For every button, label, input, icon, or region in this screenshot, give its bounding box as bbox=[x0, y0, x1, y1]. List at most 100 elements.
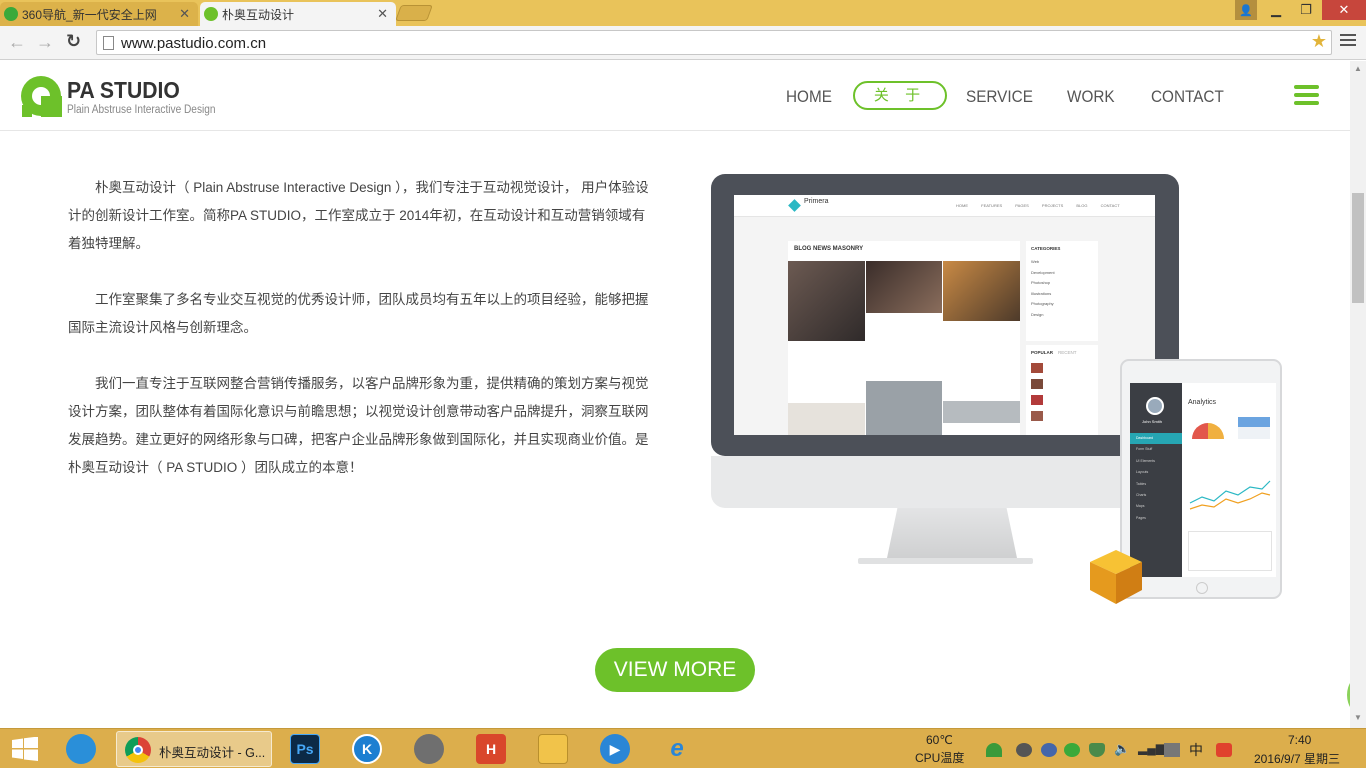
tab-title: 360导航_新一代安全上网 bbox=[22, 7, 157, 22]
browser-tab-strip: 360导航_新一代安全上网 ✕ 朴奥互动设计 ✕ 👤 ▁ ❐ ✕ bbox=[0, 0, 1366, 26]
view-more-button[interactable]: VIEW MORE bbox=[595, 648, 755, 692]
scroll-down-arrow-icon[interactable]: ▼ bbox=[1354, 713, 1362, 722]
taskbar-chrome-window[interactable]: 朴奥互动设计 - G... bbox=[116, 731, 272, 767]
photoshop-icon[interactable]: Ps bbox=[290, 734, 320, 764]
bookmark-star-icon[interactable]: ★ bbox=[1311, 31, 1327, 52]
mission-paragraph: 我们一直专注于互联网整合营销传播服务，以客户品牌形象为重，提供精确的策划方案与视… bbox=[68, 376, 649, 475]
menu-icon[interactable] bbox=[1340, 34, 1356, 46]
k-app-icon[interactable]: K bbox=[352, 734, 382, 764]
video-player-icon[interactable]: ▶ bbox=[600, 734, 630, 764]
new-tab-button[interactable] bbox=[395, 5, 433, 21]
tablet-menu-item: Pages bbox=[1136, 515, 1146, 520]
signal-icon[interactable]: ▂▄▆ bbox=[1138, 741, 1165, 755]
ime-indicator[interactable]: 中 bbox=[1189, 740, 1203, 760]
close-tab-icon[interactable]: ✕ bbox=[179, 6, 190, 22]
imac-stand bbox=[887, 508, 1017, 558]
nav-about[interactable]: 关 于 bbox=[853, 81, 947, 110]
browser-toolbar: ← → ↻ www.pastudio.com.cn ★ bbox=[0, 26, 1366, 60]
minimize-button[interactable]: ▁ bbox=[1262, 0, 1290, 20]
page-viewport: PA STUDIO Plain Abstruse Interactive Des… bbox=[0, 61, 1350, 728]
clock-time[interactable]: 7:40 bbox=[1288, 733, 1311, 747]
back-arrow-icon[interactable]: ← bbox=[8, 32, 26, 53]
mock-brand: Primera bbox=[804, 198, 829, 205]
maximize-button[interactable]: ❐ bbox=[1292, 0, 1320, 20]
intro-paragraph: 朴奥互动设计（ Plain Abstruse Interactive Desig… bbox=[68, 180, 649, 251]
mock-nav: HOME FEATURES PAGES PROJECTS BLOG CONTAC… bbox=[956, 203, 1120, 208]
tablet-menu-item: Form Stuff bbox=[1136, 447, 1153, 452]
scroll-up-arrow-icon[interactable]: ▲ bbox=[1354, 64, 1362, 73]
logo-title[interactable]: PA STUDIO bbox=[67, 77, 180, 104]
page-scrollbar[interactable]: ▲ ▼ bbox=[1350, 61, 1366, 728]
scroll-thumb[interactable] bbox=[1352, 193, 1364, 303]
tablet-menu-item: Maps bbox=[1136, 504, 1145, 509]
nav-work[interactable]: WORK bbox=[1067, 87, 1115, 107]
mock-section-title: BLOG NEWS MASONRY bbox=[794, 246, 864, 252]
mock-site-header: Primera HOME FEATURES PAGES PROJECTS BLO… bbox=[734, 195, 1155, 217]
address-bar[interactable]: www.pastudio.com.cn ★ bbox=[96, 30, 1332, 55]
nav-home[interactable]: HOME bbox=[786, 87, 832, 107]
mock-logo-icon bbox=[788, 199, 801, 212]
file-explorer-icon[interactable] bbox=[538, 734, 568, 764]
hamburger-menu-icon[interactable] bbox=[1294, 85, 1319, 105]
tablet-menu-item: UI Elements bbox=[1136, 458, 1156, 463]
tablet-menu-item: Dashboard bbox=[1130, 433, 1182, 445]
mock-category-item: Photoshop bbox=[1031, 280, 1051, 285]
taskbar-chrome-label: 朴奥互动设计 - G... bbox=[159, 746, 266, 760]
tablet-title: Analytics bbox=[1188, 399, 1217, 406]
windows-taskbar: 朴奥互动设计 - G... Ps K H ▶ e 60℃ CPU温度 🔈 ▂▄▆… bbox=[0, 728, 1366, 768]
browser-tab-pastudio[interactable]: 朴奥互动设计 ✕ bbox=[200, 2, 396, 26]
mock-blog-panel: BLOG NEWS MASONRY bbox=[788, 241, 1020, 435]
tablet-user: John Smith bbox=[1142, 419, 1163, 424]
imac-chin bbox=[711, 456, 1179, 508]
shield-tray-icon[interactable] bbox=[1089, 743, 1105, 757]
mock-image-3 bbox=[943, 261, 1020, 321]
nav-service[interactable]: SERVICE bbox=[966, 87, 1033, 107]
flag-tray-icon[interactable] bbox=[1164, 743, 1180, 757]
tab-title: 朴奥互动设计 bbox=[222, 7, 295, 22]
nav-contact[interactable]: CONTACT bbox=[1151, 87, 1224, 107]
mock-categories-title: CATEGORIES bbox=[1031, 246, 1061, 251]
close-tab-icon[interactable]: ✕ bbox=[377, 6, 388, 22]
cpu-temp-value: 60℃ bbox=[926, 733, 953, 747]
pastudio-favicon-icon bbox=[204, 7, 218, 21]
media-tray-icon[interactable] bbox=[1016, 743, 1032, 757]
tablet-menu-item: Tables bbox=[1136, 481, 1147, 486]
browser-tab-360nav[interactable]: 360导航_新一代安全上网 ✕ bbox=[0, 2, 198, 26]
media-reel-icon[interactable] bbox=[414, 734, 444, 764]
tablet-menu-item: Charts bbox=[1136, 493, 1147, 498]
mock-image-4 bbox=[788, 403, 865, 435]
360-favicon-icon bbox=[4, 7, 18, 21]
forward-arrow-icon[interactable]: → bbox=[36, 32, 54, 53]
users-tray-icon[interactable] bbox=[1041, 743, 1057, 757]
tablet-line-chart-icon bbox=[1189, 480, 1271, 510]
mock-recent-tab: RECENT bbox=[1058, 350, 1077, 355]
clock-date[interactable]: 2016/9/7 星期三 bbox=[1254, 750, 1340, 767]
imac-screen: Primera HOME FEATURES PAGES PROJECTS BLO… bbox=[734, 195, 1155, 435]
mock-category-item: Development bbox=[1031, 269, 1055, 275]
close-window-button[interactable]: ✕ bbox=[1322, 0, 1366, 20]
tablet-bar-widget bbox=[1238, 417, 1270, 439]
mock-category-item: Web bbox=[1031, 259, 1040, 264]
tablet-screen: John Smith Dashboard Form Stuff UI Eleme… bbox=[1130, 383, 1276, 577]
mock-popular-widget: POPULAR RECENT bbox=[1026, 345, 1098, 435]
team-paragraph: 工作室聚集了多名专业交互视觉的优秀设计师，团队成员均有五年以上的项目经验，能够把… bbox=[68, 292, 649, 335]
start-button-icon[interactable] bbox=[10, 734, 40, 764]
tablet-home-button bbox=[1196, 582, 1208, 594]
hbuilder-icon[interactable]: H bbox=[476, 734, 506, 764]
imac-base bbox=[858, 558, 1033, 564]
mock-category-item: Photography bbox=[1031, 301, 1054, 306]
network-tray-icon[interactable] bbox=[986, 743, 1002, 757]
mock-popular-tab: POPULAR bbox=[1031, 350, 1054, 355]
mock-image-1 bbox=[788, 261, 865, 341]
internet-explorer-icon[interactable]: e bbox=[662, 734, 692, 764]
user-profile-icon[interactable]: 👤 bbox=[1235, 0, 1257, 20]
360-tray-icon[interactable] bbox=[1064, 743, 1080, 757]
sogou-ime-icon[interactable] bbox=[1216, 743, 1232, 757]
orange-cube-icon bbox=[1090, 550, 1142, 604]
reload-icon[interactable]: ↻ bbox=[66, 31, 81, 52]
cloud-app-icon[interactable] bbox=[66, 734, 96, 764]
volume-icon[interactable]: 🔈 bbox=[1114, 741, 1130, 757]
pa-logo-icon[interactable] bbox=[20, 75, 62, 117]
url-text: www.pastudio.com.cn bbox=[121, 35, 267, 52]
cpu-temp-label: CPU温度 bbox=[915, 751, 965, 765]
